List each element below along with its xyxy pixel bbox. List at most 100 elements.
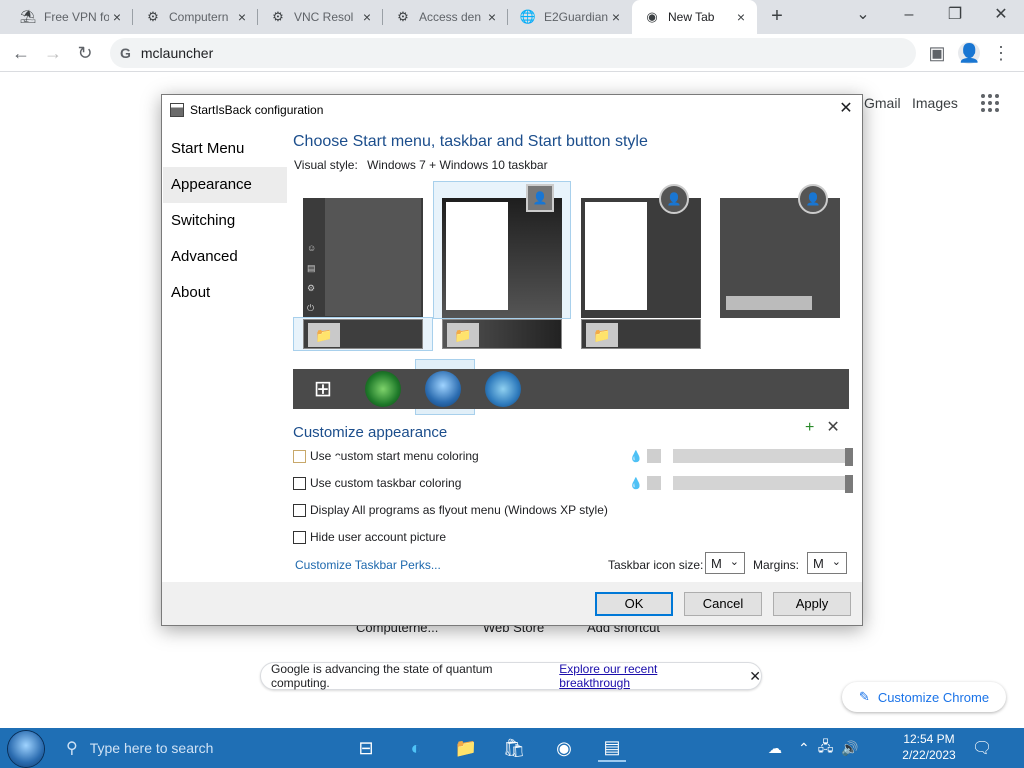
- profile-icon[interactable]: 👤: [958, 42, 980, 64]
- task-view-icon[interactable]: ⊟: [352, 734, 380, 762]
- windows-orb-icon[interactable]: [485, 371, 521, 407]
- slider-track[interactable]: [673, 448, 853, 466]
- tab-e2guardian[interactable]: 🌐 E2Guardian ×: [508, 0, 632, 34]
- tab-vnc[interactable]: ⚙ VNC Resol ×: [258, 0, 383, 34]
- option-taskbar-coloring[interactable]: Use custom taskbar coloring: [293, 476, 461, 490]
- close-tab-icon[interactable]: ×: [733, 9, 749, 25]
- tab-new-tab[interactable]: ◉ New Tab ×: [632, 0, 757, 34]
- cancel-button[interactable]: Cancel: [684, 592, 762, 616]
- margins-select[interactable]: M ⌄: [807, 552, 847, 574]
- store-icon[interactable]: 🛍: [500, 734, 528, 762]
- new-tab-button[interactable]: +: [766, 5, 788, 27]
- classic-program-list: [585, 202, 647, 310]
- start-style-plain[interactable]: 👤: [720, 184, 840, 318]
- taskbar-style-1[interactable]: 📁: [303, 319, 423, 349]
- nav-switching[interactable]: Switching: [163, 203, 287, 239]
- tab-search-icon[interactable]: ⌄: [840, 0, 886, 30]
- edge-icon[interactable]: ◐: [402, 734, 430, 762]
- icon-size-select[interactable]: M ⌄: [705, 552, 745, 574]
- windows10-orb-icon[interactable]: ⊞: [305, 371, 341, 407]
- customize-heading: Customize appearance: [293, 424, 448, 441]
- nav-start-menu[interactable]: Start Menu: [163, 131, 287, 167]
- close-window-button[interactable]: ✕: [978, 0, 1024, 30]
- color-drop-icon: 💧: [629, 478, 643, 490]
- add-remove-controls: + ✕: [805, 417, 840, 437]
- taskbar-search[interactable]: ⚲ Type here to search: [54, 728, 342, 768]
- taskbar-style-3[interactable]: 📁: [581, 319, 701, 349]
- clover-orb-icon[interactable]: [365, 371, 401, 407]
- slider-track[interactable]: [673, 475, 853, 493]
- apply-button[interactable]: Apply: [773, 592, 851, 616]
- start-menu-color-slider[interactable]: 💧: [629, 448, 853, 466]
- checkbox[interactable]: [293, 476, 306, 490]
- notification-icon[interactable]: 🗨: [972, 738, 992, 758]
- customize-perks-link[interactable]: Customize Taskbar Perks...: [295, 558, 441, 572]
- tab-access-denied[interactable]: ⚙ Access den ×: [383, 0, 508, 34]
- user-avatar-icon: 👤: [798, 184, 828, 214]
- remove-icon[interactable]: ✕: [826, 419, 839, 436]
- start-button-styles: ⊞: [293, 369, 849, 409]
- close-tab-icon[interactable]: ×: [484, 9, 500, 25]
- restore-button[interactable]: ❐: [932, 0, 978, 30]
- user-avatar-icon: 👤: [526, 184, 554, 212]
- dialog-close-button[interactable]: ✕: [836, 99, 856, 119]
- ok-button[interactable]: OK: [595, 592, 673, 616]
- nav-advanced[interactable]: Advanced: [163, 239, 287, 275]
- minimize-button[interactable]: –: [886, 0, 932, 30]
- windows-taskbar: ⚲ Type here to search ⊟ ◐ 📁 🛍 ◉ ▤ ☁ ⌃ 🖧 …: [0, 728, 1024, 768]
- start-style-classic[interactable]: 👤: [581, 184, 701, 318]
- option-flyout-menu[interactable]: Display All programs as flyout menu (Win…: [293, 503, 608, 517]
- close-tab-icon[interactable]: ×: [359, 9, 375, 25]
- folder-icon: 📁: [586, 323, 618, 347]
- option-start-menu-coloring[interactable]: Use custom start menu coloring: [293, 449, 479, 463]
- checkbox[interactable]: [293, 449, 306, 463]
- menu-icon[interactable]: ⋮: [990, 42, 1012, 64]
- close-notice-icon[interactable]: ✕: [749, 668, 761, 685]
- chrome-icon[interactable]: ◉: [550, 734, 578, 762]
- clock[interactable]: 12:54 PM 2/22/2023: [894, 731, 964, 763]
- checkbox[interactable]: [293, 503, 306, 517]
- close-tab-icon[interactable]: ×: [608, 9, 624, 25]
- address-bar[interactable]: G mclauncher: [110, 38, 916, 68]
- customize-chrome-button[interactable]: ✎ Customize Chrome: [842, 682, 1006, 712]
- tab-computerne[interactable]: ⚙ Computern ×: [133, 0, 258, 34]
- slider-thumb[interactable]: [845, 448, 853, 466]
- start-button[interactable]: [8, 731, 44, 767]
- breakthrough-link[interactable]: Explore our recent breakthrough: [559, 662, 731, 690]
- apps-grid-icon[interactable]: [981, 94, 999, 112]
- show-hidden-icons[interactable]: ⌃: [798, 740, 810, 757]
- back-icon[interactable]: ←: [10, 42, 32, 64]
- nav-about[interactable]: About: [163, 275, 287, 311]
- reload-icon[interactable]: ↻: [74, 42, 96, 64]
- dialog-nav: Start Menu Appearance Switching Advanced…: [163, 131, 287, 311]
- network-icon[interactable]: 🖧: [818, 736, 834, 760]
- side-panel-icon[interactable]: ▣: [926, 42, 948, 64]
- taskbar-color-slider[interactable]: 💧: [629, 475, 853, 493]
- close-tab-icon[interactable]: ×: [234, 9, 250, 25]
- images-link[interactable]: Images: [912, 95, 958, 111]
- style-heading: Choose Start menu, taskbar and Start but…: [293, 133, 648, 150]
- visual-style: Visual style: Windows 7 + Windows 10 tas…: [294, 158, 548, 172]
- windows7-orb-icon[interactable]: [425, 371, 461, 407]
- nav-appearance[interactable]: Appearance: [163, 167, 287, 203]
- color-swatch[interactable]: [647, 476, 661, 490]
- close-tab-icon[interactable]: ×: [109, 9, 125, 25]
- forward-icon[interactable]: →: [42, 42, 64, 64]
- sound-icon[interactable]: 🔊: [841, 740, 858, 757]
- color-drop-icon: 💧: [629, 451, 643, 463]
- tab-free-vpn[interactable]: ⛱ Free VPN fo ×: [0, 0, 133, 34]
- add-icon[interactable]: +: [805, 419, 814, 436]
- startisback-taskbar-icon[interactable]: ▤: [598, 734, 626, 762]
- start-style-win10[interactable]: ☺ ▤ ⚙ ⏻: [303, 198, 423, 318]
- taskbar-style-2[interactable]: 📁: [442, 319, 562, 349]
- option-hide-account-picture[interactable]: Hide user account picture: [293, 530, 446, 544]
- google-icon: G: [120, 45, 131, 61]
- checkbox[interactable]: [293, 530, 306, 544]
- weather-icon[interactable]: ☁: [768, 740, 782, 757]
- color-swatch[interactable]: [647, 449, 661, 463]
- gmail-link[interactable]: Gmail: [864, 95, 901, 111]
- startisback-dialog: StartIsBack configuration ✕ Start Menu A…: [161, 94, 863, 626]
- start-style-win7[interactable]: 👤: [442, 184, 562, 318]
- file-explorer-icon[interactable]: 📁: [452, 734, 480, 762]
- slider-thumb[interactable]: [845, 475, 853, 493]
